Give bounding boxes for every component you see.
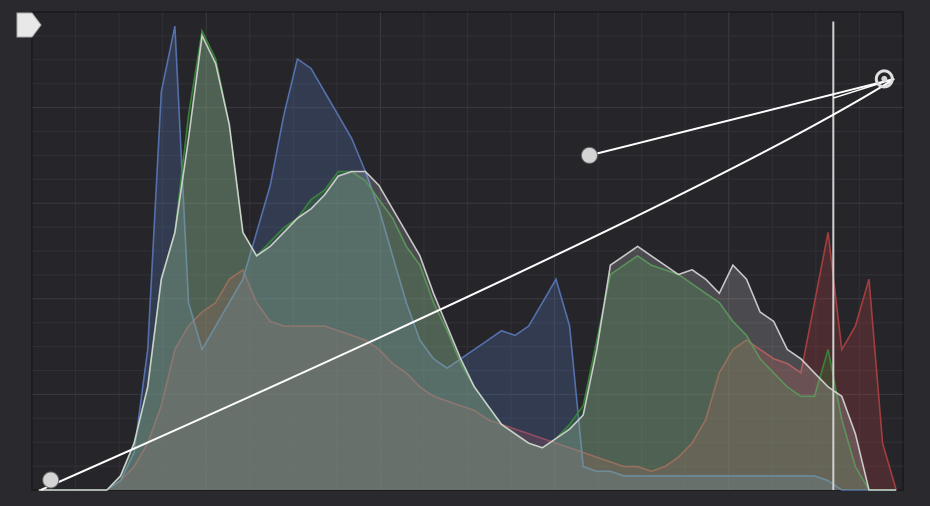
channel-tab-icon bbox=[16, 12, 42, 38]
white-point-handle-center[interactable] bbox=[881, 75, 888, 82]
curve-handle[interactable] bbox=[580, 146, 598, 164]
curves-graph[interactable] bbox=[0, 0, 930, 506]
curves-panel bbox=[0, 0, 930, 506]
black-point-handle[interactable] bbox=[42, 471, 60, 489]
channel-tab[interactable] bbox=[14, 10, 44, 40]
